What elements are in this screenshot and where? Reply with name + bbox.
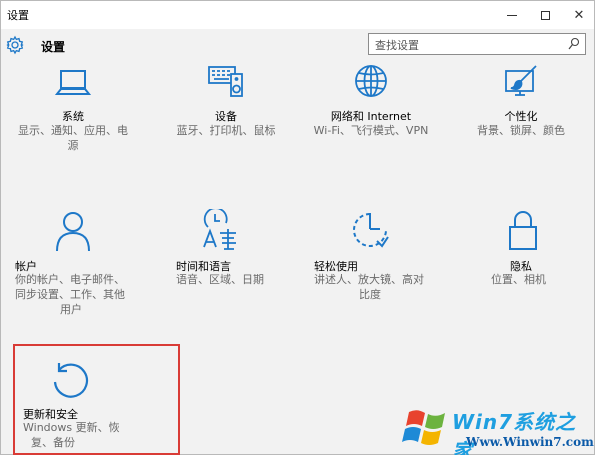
tile-accounts[interactable]: 帐户 你的帐户、电子邮件、 同步设置、工作、其他 用户 xyxy=(15,209,155,319)
title-bar: 设置 ✕ xyxy=(1,1,594,29)
laptop-icon xyxy=(3,63,143,107)
tile-personalization[interactable]: 个性化 背景、锁屏、颜色 xyxy=(451,63,591,158)
close-button[interactable]: ✕ xyxy=(563,1,595,29)
ease-of-access-icon xyxy=(314,209,424,253)
lock-icon xyxy=(481,209,591,253)
time-language-icon xyxy=(176,209,286,253)
desc-line: 你的帐户、电子邮件、 xyxy=(15,273,125,286)
tile-time-language[interactable]: 时间和语言 语音、区域、日期 xyxy=(176,209,316,304)
windows-logo-icon xyxy=(402,410,445,445)
desc-line: 讲述人、放大镜、高对 xyxy=(314,273,424,286)
watermark-url: Www.Winwin7.com xyxy=(466,435,594,449)
minimize-button[interactable] xyxy=(496,1,528,29)
desc-line: 位置、相机 xyxy=(491,273,546,286)
tile-system[interactable]: 系统 显示、通知、应用、电 源 xyxy=(3,63,143,158)
desc-line: 源 xyxy=(67,139,79,152)
globe-icon xyxy=(301,63,441,107)
desc-line: 比度 xyxy=(359,288,381,301)
close-icon: ✕ xyxy=(573,7,585,23)
tile-ease-of-access[interactable]: 轻松使用 讲述人、放大镜、高对 比度 xyxy=(314,209,454,304)
tile-desc: 背景、锁屏、颜色 xyxy=(451,123,591,138)
minimize-icon xyxy=(507,14,517,16)
tile-desc: Wi-Fi、飞行模式、VPN xyxy=(301,123,441,138)
gear-icon xyxy=(6,35,24,55)
search-input[interactable]: 查找设置 xyxy=(368,33,586,55)
tile-desc: 显示、通知、应用、电 源 xyxy=(3,123,143,153)
tile-label: 网络和 Internet xyxy=(330,110,412,123)
settings-window: 设置 ✕ 设置 查找设置 系统 显示、通知、应用、电 源 设备 蓝牙、打印机、鼠… xyxy=(0,0,595,455)
page-title: 设置 xyxy=(41,40,66,54)
tile-privacy[interactable]: 隐私 位置、相机 xyxy=(481,209,595,304)
tile-desc: 语音、区域、日期 xyxy=(176,272,316,287)
tile-devices[interactable]: 设备 蓝牙、打印机、鼠标 xyxy=(156,63,296,158)
tile-desc: 位置、相机 xyxy=(481,272,595,287)
tile-label: 设备 xyxy=(215,110,237,123)
search-placeholder: 查找设置 xyxy=(375,39,419,52)
devices-icon xyxy=(156,63,296,107)
person-icon xyxy=(15,209,125,253)
desc-line: 显示、通知、应用、电 xyxy=(18,124,128,137)
maximize-button[interactable] xyxy=(529,1,561,29)
desc-line: 蓝牙、打印机、鼠标 xyxy=(176,124,276,137)
tile-desc: 讲述人、放大镜、高对 比度 xyxy=(314,272,454,302)
desc-line: 用户 xyxy=(60,303,82,316)
tile-desc: 你的帐户、电子邮件、 同步设置、工作、其他 用户 xyxy=(15,272,155,317)
highlight-box xyxy=(13,344,180,455)
tile-label: 系统 xyxy=(62,110,84,123)
tile-label: 个性化 xyxy=(504,110,538,123)
maximize-icon xyxy=(540,10,550,20)
paint-icon xyxy=(451,63,591,107)
search-icon[interactable] xyxy=(568,37,580,51)
desc-line: 语音、区域、日期 xyxy=(176,273,264,286)
tile-network[interactable]: 网络和 Internet Wi-Fi、飞行模式、VPN xyxy=(301,63,441,158)
desc-line: 背景、锁屏、颜色 xyxy=(477,124,565,137)
tile-desc: 蓝牙、打印机、鼠标 xyxy=(156,123,296,138)
desc-line: Wi-Fi、飞行模式、VPN xyxy=(313,124,429,137)
window-title: 设置 xyxy=(7,9,29,22)
desc-line: 同步设置、工作、其他 xyxy=(15,288,125,301)
